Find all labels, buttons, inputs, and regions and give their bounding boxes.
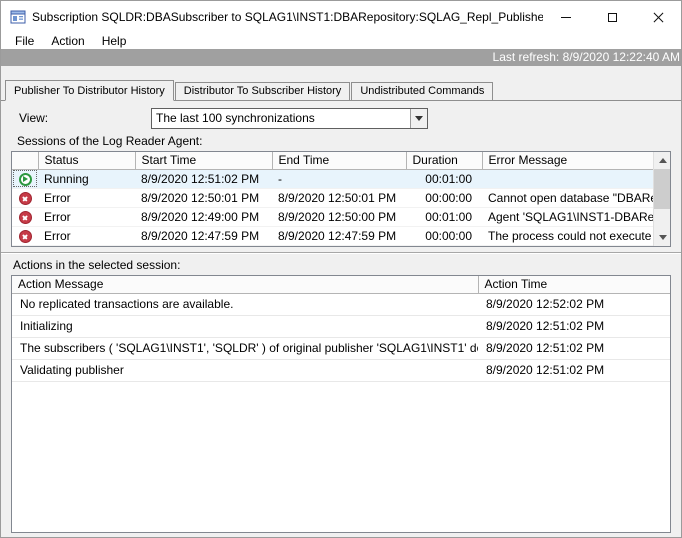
session-status: Running (38, 169, 135, 188)
tab-strip: Publisher To Distributor HistoryDistribu… (1, 80, 681, 101)
action-time: 8/9/2020 12:51:02 PM (478, 337, 671, 359)
view-label: View: (19, 111, 48, 125)
sessions-header-row: Status Start Time End Time Duration Erro… (12, 152, 655, 169)
close-button[interactable] (635, 1, 681, 33)
last-refresh-bar: Last refresh: 8/9/2020 12:22:40 AM (1, 49, 681, 66)
minimize-icon (561, 17, 571, 18)
section-divider (1, 252, 681, 254)
view-dropdown[interactable]: The last 100 synchronizations (151, 108, 428, 129)
error-icon (19, 230, 32, 243)
sessions-label: Sessions of the Log Reader Agent: (17, 134, 681, 148)
session-duration: 00:00:00 (406, 226, 482, 245)
window-icon (10, 9, 26, 25)
column-header-error-message[interactable]: Error Message (482, 152, 655, 169)
session-duration: 00:00:00 (406, 188, 482, 207)
action-message: Initializing (12, 315, 478, 337)
action-time: 8/9/2020 12:51:02 PM (478, 315, 671, 337)
session-row[interactable]: Running 8/9/2020 12:51:02 PM - 00:01:00 (12, 169, 655, 188)
session-end-time: 8/9/2020 12:50:00 PM (272, 207, 406, 226)
subscription-window: Subscription SQLDR:DBASubscriber to SQLA… (0, 0, 682, 538)
action-message: No replicated transactions are available… (12, 293, 478, 315)
column-header-status[interactable]: Status (38, 152, 135, 169)
session-status: Error (38, 188, 135, 207)
actions-table-body: No replicated transactions are available… (12, 293, 671, 381)
session-start-time: 8/9/2020 12:51:02 PM (135, 169, 272, 188)
session-start-time: 8/9/2020 12:49:00 PM (135, 207, 272, 226)
last-refresh-text: Last refresh: 8/9/2020 12:22:40 AM (493, 50, 680, 64)
session-row[interactable]: Error 8/9/2020 12:50:01 PM 8/9/2020 12:5… (12, 188, 655, 207)
close-icon (652, 11, 665, 24)
action-row[interactable]: Initializing 8/9/2020 12:51:02 PM (12, 315, 671, 337)
menu-item[interactable]: File (9, 33, 40, 49)
session-error-message: Agent 'SQLAG1\INST1-DBARep... (482, 207, 655, 226)
action-message: Validating publisher (12, 359, 478, 381)
caption-buttons (543, 1, 681, 33)
session-start-time: 8/9/2020 12:47:59 PM (135, 226, 272, 245)
actions-header-row: Action Message Action Time (12, 276, 671, 293)
view-row: View: The last 100 synchronizations (1, 108, 681, 129)
menu-item[interactable]: Action (45, 33, 90, 49)
sessions-table: Status Start Time End Time Duration Erro… (11, 151, 671, 247)
session-duration: 00:01:00 (406, 169, 482, 188)
session-end-time: - (272, 169, 406, 188)
tab[interactable]: Publisher To Distributor History (5, 80, 174, 101)
session-end-time: 8/9/2020 12:50:01 PM (272, 188, 406, 207)
session-error-message: Cannot open database "DBARe... (482, 188, 655, 207)
vertical-scrollbar[interactable] (653, 152, 670, 246)
session-error-message (482, 169, 655, 188)
column-header-start-time[interactable]: Start Time (135, 152, 272, 169)
chevron-down-icon (659, 235, 667, 240)
error-icon (19, 211, 32, 224)
view-dropdown-value: The last 100 synchronizations (152, 109, 410, 128)
column-header-duration[interactable]: Duration (406, 152, 482, 169)
session-duration: 00:01:00 (406, 207, 482, 226)
chevron-up-icon (659, 158, 667, 163)
tab[interactable]: Undistributed Commands (351, 82, 493, 100)
column-header-icon[interactable] (12, 152, 38, 169)
column-header-action-message[interactable]: Action Message (12, 276, 478, 293)
chevron-down-icon (415, 116, 423, 121)
error-icon (19, 192, 32, 205)
maximize-icon (608, 13, 617, 22)
action-row[interactable]: No replicated transactions are available… (12, 293, 671, 315)
actions-label: Actions in the selected session: (13, 258, 681, 272)
title-bar: Subscription SQLDR:DBASubscriber to SQLA… (1, 1, 681, 33)
running-icon (19, 173, 32, 186)
actions-table: Action Message Action Time No replicated… (11, 275, 671, 533)
session-start-time: 8/9/2020 12:50:01 PM (135, 188, 272, 207)
dropdown-button[interactable] (410, 109, 427, 128)
scrollbar-thumb[interactable] (654, 169, 671, 209)
maximize-button[interactable] (589, 1, 635, 33)
scroll-down-button[interactable] (654, 229, 671, 246)
action-message: The subscribers ( 'SQLAG1\INST1', 'SQLDR… (12, 337, 478, 359)
minimize-button[interactable] (543, 1, 589, 33)
column-header-action-time[interactable]: Action Time (478, 276, 671, 293)
menu-bar: File Action Help (1, 33, 681, 49)
sessions-table-body: Running 8/9/2020 12:51:02 PM - 00:01:00 … (12, 169, 655, 245)
column-header-end-time[interactable]: End Time (272, 152, 406, 169)
session-row[interactable]: Error 8/9/2020 12:47:59 PM 8/9/2020 12:4… (12, 226, 655, 245)
session-row[interactable]: Error 8/9/2020 12:49:00 PM 8/9/2020 12:5… (12, 207, 655, 226)
action-time: 8/9/2020 12:51:02 PM (478, 359, 671, 381)
action-row[interactable]: The subscribers ( 'SQLAG1\INST1', 'SQLDR… (12, 337, 671, 359)
action-time: 8/9/2020 12:52:02 PM (478, 293, 671, 315)
action-row[interactable]: Validating publisher 8/9/2020 12:51:02 P… (12, 359, 671, 381)
session-status: Error (38, 226, 135, 245)
session-end-time: 8/9/2020 12:47:59 PM (272, 226, 406, 245)
scroll-up-button[interactable] (654, 152, 671, 169)
menu-item[interactable]: Help (96, 33, 133, 49)
tab[interactable]: Distributor To Subscriber History (175, 82, 351, 100)
session-status: Error (38, 207, 135, 226)
session-error-message: The process could not execute '... (482, 226, 655, 245)
window-title: Subscription SQLDR:DBASubscriber to SQLA… (32, 10, 543, 24)
